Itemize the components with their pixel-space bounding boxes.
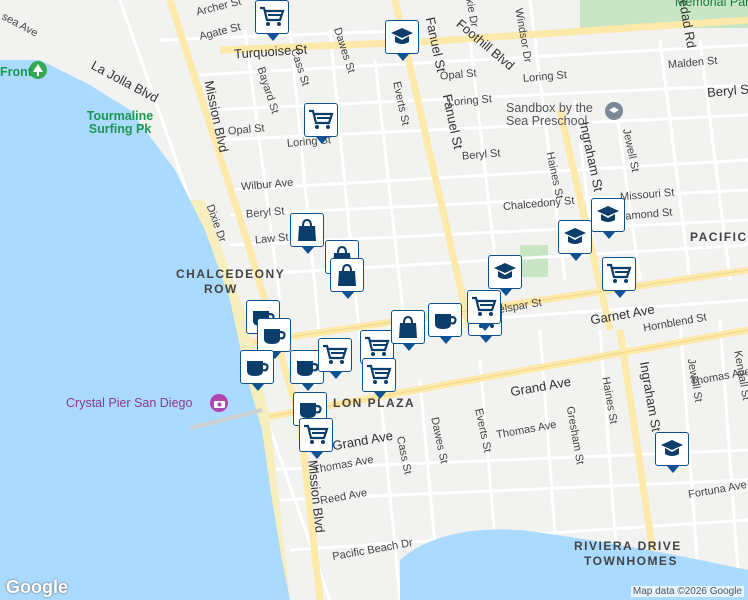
- shopping-cart-icon: [322, 343, 348, 367]
- marker-school-18[interactable]: [558, 220, 592, 261]
- street-beryl-east: Beryl St: [706, 81, 748, 100]
- shopping-cart-icon: [606, 262, 632, 286]
- shopping-cart-icon: [308, 108, 334, 132]
- place-tourmaline: Tourmaline Surfing Pk: [86, 109, 154, 136]
- shopping-bag-icon: [395, 315, 421, 339]
- neighborhood-row: ROW: [204, 282, 238, 296]
- marker-shopping-cart-12[interactable]: [362, 358, 396, 399]
- school-icon: [595, 203, 621, 227]
- marker-school-16[interactable]: [488, 255, 522, 296]
- marker-coffee-cup-7[interactable]: [257, 318, 291, 359]
- marker-shopping-bag-13[interactable]: [391, 310, 425, 351]
- neighborhood-chalcedeony: CHALCEDEONY: [176, 267, 286, 281]
- neighborhood-pacific: PACIFIC: [690, 230, 748, 244]
- coffee-cup-icon: [294, 355, 320, 379]
- marker-coffee-cup-8[interactable]: [240, 350, 274, 391]
- marker-school-1[interactable]: [385, 20, 419, 61]
- marker-shopping-cart-21[interactable]: [299, 418, 333, 459]
- place-front: Front: [0, 65, 32, 79]
- coffee-cup-icon: [244, 355, 270, 379]
- shopping-cart-icon: [366, 363, 392, 387]
- coffee-cup-icon: [432, 308, 458, 332]
- place-crystal-pier: Crystal Pier San Diego: [66, 396, 193, 410]
- shopping-bag-icon: [294, 218, 320, 242]
- school-poi-icon[interactable]: [605, 102, 623, 120]
- marker-shopping-bag-3[interactable]: [290, 213, 324, 254]
- neighborhood-riviera-drive: RIVIERA DRIVE: [574, 539, 682, 553]
- marker-coffee-cup-14[interactable]: [428, 303, 462, 344]
- shopping-cart-icon: [303, 423, 329, 447]
- school-icon: [389, 25, 415, 49]
- school-icon: [562, 225, 588, 249]
- shopping-cart-icon: [259, 5, 285, 29]
- map-view[interactable]: CHALCEDEONY ROW PACIFIC RIVIERA DRIVE TO…: [0, 0, 748, 600]
- place-memorial: Memorial Park: [675, 0, 748, 9]
- school-icon: [492, 260, 518, 284]
- marker-shopping-cart-0[interactable]: [255, 0, 289, 41]
- google-logo: Google: [6, 577, 68, 597]
- neighborhood-townhomes: TOWNHOMES: [584, 554, 678, 568]
- marker-school-17[interactable]: [591, 198, 625, 239]
- map-base: [0, 0, 748, 600]
- marker-school-22[interactable]: [655, 432, 689, 473]
- place-sandbox-preschool: Sandbox by the Sea Preschool: [506, 101, 593, 128]
- coffee-cup-icon: [261, 323, 287, 347]
- shopping-bag-icon: [334, 263, 360, 287]
- marker-shopping-cart-19[interactable]: [602, 257, 636, 298]
- marker-shopping-cart-2[interactable]: [304, 103, 338, 144]
- marker-shopping-bag-6[interactable]: [330, 258, 364, 299]
- shopping-cart-icon: [471, 295, 497, 319]
- school-icon: [659, 437, 685, 461]
- marker-shopping-cart-10[interactable]: [318, 338, 352, 379]
- camera-icon[interactable]: [210, 394, 228, 412]
- map-credit[interactable]: Map data ©2026 Google: [630, 586, 744, 597]
- shopping-cart-icon: [364, 335, 390, 359]
- marker-shopping-cart-23[interactable]: [467, 290, 501, 331]
